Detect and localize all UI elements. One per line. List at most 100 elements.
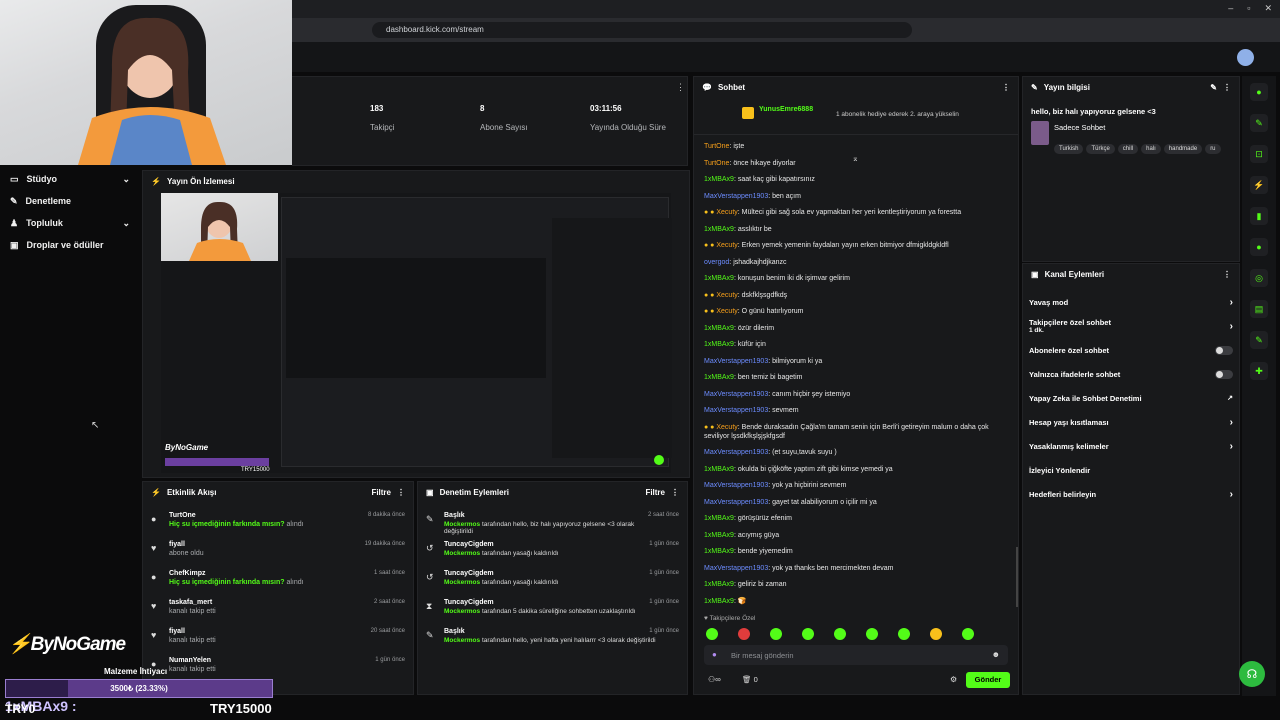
- avatar[interactable]: [1237, 49, 1254, 66]
- chat-username[interactable]: MaxVerstappen1903: [704, 407, 768, 414]
- channel-action-item[interactable]: Yalnızca ifadelerle sohbet: [1023, 362, 1239, 386]
- chat-username[interactable]: 1xMBAx9: [704, 466, 734, 473]
- close-icon[interactable]: ✕: [1264, 3, 1272, 14]
- chat-username[interactable]: 1xMBAx9: [704, 275, 734, 282]
- channel-action-item[interactable]: Takipçilere özel sohbet 1 dk. ›: [1023, 314, 1239, 338]
- moderation-user[interactable]: TuncayCigdem: [444, 599, 664, 606]
- wrench-icon[interactable]: ✎: [1250, 331, 1268, 349]
- more-icon[interactable]: ⋮: [397, 488, 405, 497]
- emote-icon[interactable]: [898, 628, 910, 640]
- help-icon[interactable]: ☊: [1239, 661, 1265, 687]
- channel-action-item[interactable]: Hedefleri belirleyin ›: [1023, 482, 1239, 506]
- chat-bubble-icon[interactable]: [654, 455, 664, 465]
- tag-chip[interactable]: Türkçe: [1086, 144, 1115, 154]
- chat-username[interactable]: MaxVerstappen1903: [704, 499, 768, 506]
- moderation-time: 1 gün önce: [649, 570, 679, 576]
- tag-chip[interactable]: handmade: [1163, 144, 1203, 154]
- chat-username[interactable]: 1xMBAx9: [704, 532, 734, 539]
- toggle-switch[interactable]: [1215, 345, 1233, 355]
- server-icon[interactable]: ▤: [1250, 300, 1268, 318]
- chat-username[interactable]: TurtOne: [704, 160, 729, 167]
- chat-input[interactable]: ● Bir mesaj gönderin ☻: [704, 645, 1008, 665]
- chat-username[interactable]: 1xMBAx9: [704, 581, 734, 588]
- sidebar-item-studio[interactable]: ▭ Stüdyo ⌄: [0, 168, 140, 190]
- chat-username[interactable]: 1xMBAx9: [704, 598, 734, 605]
- moderation-user[interactable]: TuncayCigdem: [444, 541, 664, 548]
- chat-username[interactable]: Xecuty: [716, 209, 737, 216]
- more-icon[interactable]: ⋮: [676, 82, 685, 93]
- chat-username[interactable]: MaxVerstappen1903: [704, 193, 768, 200]
- chat-username[interactable]: 1xMBAx9: [704, 226, 734, 233]
- chat-text: geliriz bi zaman: [737, 581, 787, 588]
- users-icon[interactable]: ⚇∞: [708, 675, 721, 684]
- toggle-switch[interactable]: [1215, 369, 1233, 379]
- tag-chip[interactable]: chill: [1117, 144, 1139, 154]
- more-icon[interactable]: ⋮: [1223, 270, 1231, 279]
- moderation-user[interactable]: Başlık: [444, 628, 664, 635]
- tag-chip[interactable]: halı: [1141, 144, 1161, 154]
- chat-username[interactable]: 1xMBAx9: [704, 341, 734, 348]
- scrollbar[interactable]: [1016, 547, 1018, 607]
- emote-icon[interactable]: [706, 628, 718, 640]
- emoji-icon[interactable]: ☻: [992, 650, 1000, 659]
- channel-action-item[interactable]: Hesap yaşı kısıtlaması ›: [1023, 410, 1239, 434]
- more-icon[interactable]: ⋮: [671, 488, 679, 497]
- address-bar[interactable]: dashboard.kick.com/stream: [372, 22, 912, 38]
- chat-username[interactable]: Xecuty: [716, 424, 737, 431]
- chat-username[interactable]: Xecuty: [716, 308, 737, 315]
- chat-username[interactable]: Xecuty: [716, 292, 737, 299]
- broadcast-icon[interactable]: ◎: [1250, 269, 1268, 287]
- chat-username[interactable]: 1xMBAx9: [704, 515, 734, 522]
- clipboard-icon[interactable]: ▮: [1250, 207, 1268, 225]
- moderation-user[interactable]: Başlık: [444, 512, 664, 519]
- emote-icon[interactable]: [866, 628, 878, 640]
- emote-icon[interactable]: [770, 628, 782, 640]
- channel-action-item[interactable]: Abonelere özel sohbet: [1023, 338, 1239, 362]
- channel-action-item[interactable]: Yapay Zeka ile Sohbet Denetimi ↗: [1023, 386, 1239, 410]
- chat-username[interactable]: MaxVerstappen1903: [704, 565, 768, 572]
- moderation-user[interactable]: TuncayCigdem: [444, 570, 664, 577]
- chat-username[interactable]: Xecuty: [716, 242, 737, 249]
- stats-icon[interactable]: ⊡: [1250, 145, 1268, 163]
- restore-icon[interactable]: ▫: [1247, 3, 1250, 14]
- chat-icon[interactable]: ●: [1250, 238, 1268, 256]
- tag-chip[interactable]: Turkish: [1054, 144, 1084, 154]
- settings-icon[interactable]: ⚙: [950, 675, 957, 684]
- chat-message: 1xMBAx9: geliriz bi zaman: [704, 580, 1010, 589]
- channel-action-item[interactable]: Yavaş mod ›: [1023, 290, 1239, 314]
- sidebar-item-moderation[interactable]: ✎ Denetleme: [0, 190, 140, 212]
- chat-username[interactable]: MaxVerstappen1903: [704, 358, 768, 365]
- chat-username[interactable]: 1xMBAx9: [704, 374, 734, 381]
- tag-chip[interactable]: ru: [1205, 144, 1221, 154]
- channel-action-item[interactable]: Yasaklanmış kelimeler ›: [1023, 434, 1239, 458]
- bolt-icon[interactable]: ⚡: [1250, 176, 1268, 194]
- chat-username[interactable]: 1xMBAx9: [704, 176, 734, 183]
- more-icon[interactable]: ⋮: [1002, 83, 1010, 92]
- emote-icon[interactable]: [738, 628, 750, 640]
- microphone-icon[interactable]: ●: [712, 650, 717, 659]
- chat-username[interactable]: 1xMBAx9: [704, 548, 734, 555]
- pencil-icon[interactable]: ✎: [1250, 114, 1268, 132]
- stream-preview[interactable]: ByNoGame TRY15000: [161, 193, 672, 473]
- chat-username[interactable]: MaxVerstappen1903: [704, 449, 768, 456]
- emote-icon[interactable]: [834, 628, 846, 640]
- chat-username[interactable]: MaxVerstappen1903: [704, 391, 768, 398]
- sidebar-item-community[interactable]: ♟ Topluluk ⌄: [0, 212, 140, 234]
- sidebar-item-drops[interactable]: ▣ Droplar ve ödüller: [0, 234, 140, 256]
- send-button[interactable]: Gönder: [966, 672, 1010, 688]
- channel-action-item[interactable]: İzleyici Yönlendir: [1023, 458, 1239, 482]
- puzzle-icon[interactable]: ✚: [1250, 362, 1268, 380]
- emote-icon[interactable]: [802, 628, 814, 640]
- chat-username[interactable]: 1xMBAx9: [704, 325, 734, 332]
- info-icon[interactable]: ●: [1250, 83, 1268, 101]
- chat-username[interactable]: overgod: [704, 259, 729, 266]
- chat-username[interactable]: TurtOne: [704, 143, 729, 150]
- more-icon[interactable]: ⋮: [1223, 83, 1231, 92]
- chat-username[interactable]: MaxVerstappen1903: [704, 482, 768, 489]
- minimize-icon[interactable]: –: [1228, 3, 1233, 14]
- emote-icon[interactable]: [962, 628, 974, 640]
- edit-icon[interactable]: ✎: [1210, 83, 1217, 92]
- filter-button[interactable]: Filtre: [371, 488, 391, 497]
- emote-icon[interactable]: [930, 628, 942, 640]
- filter-button[interactable]: Filtre: [645, 488, 665, 497]
